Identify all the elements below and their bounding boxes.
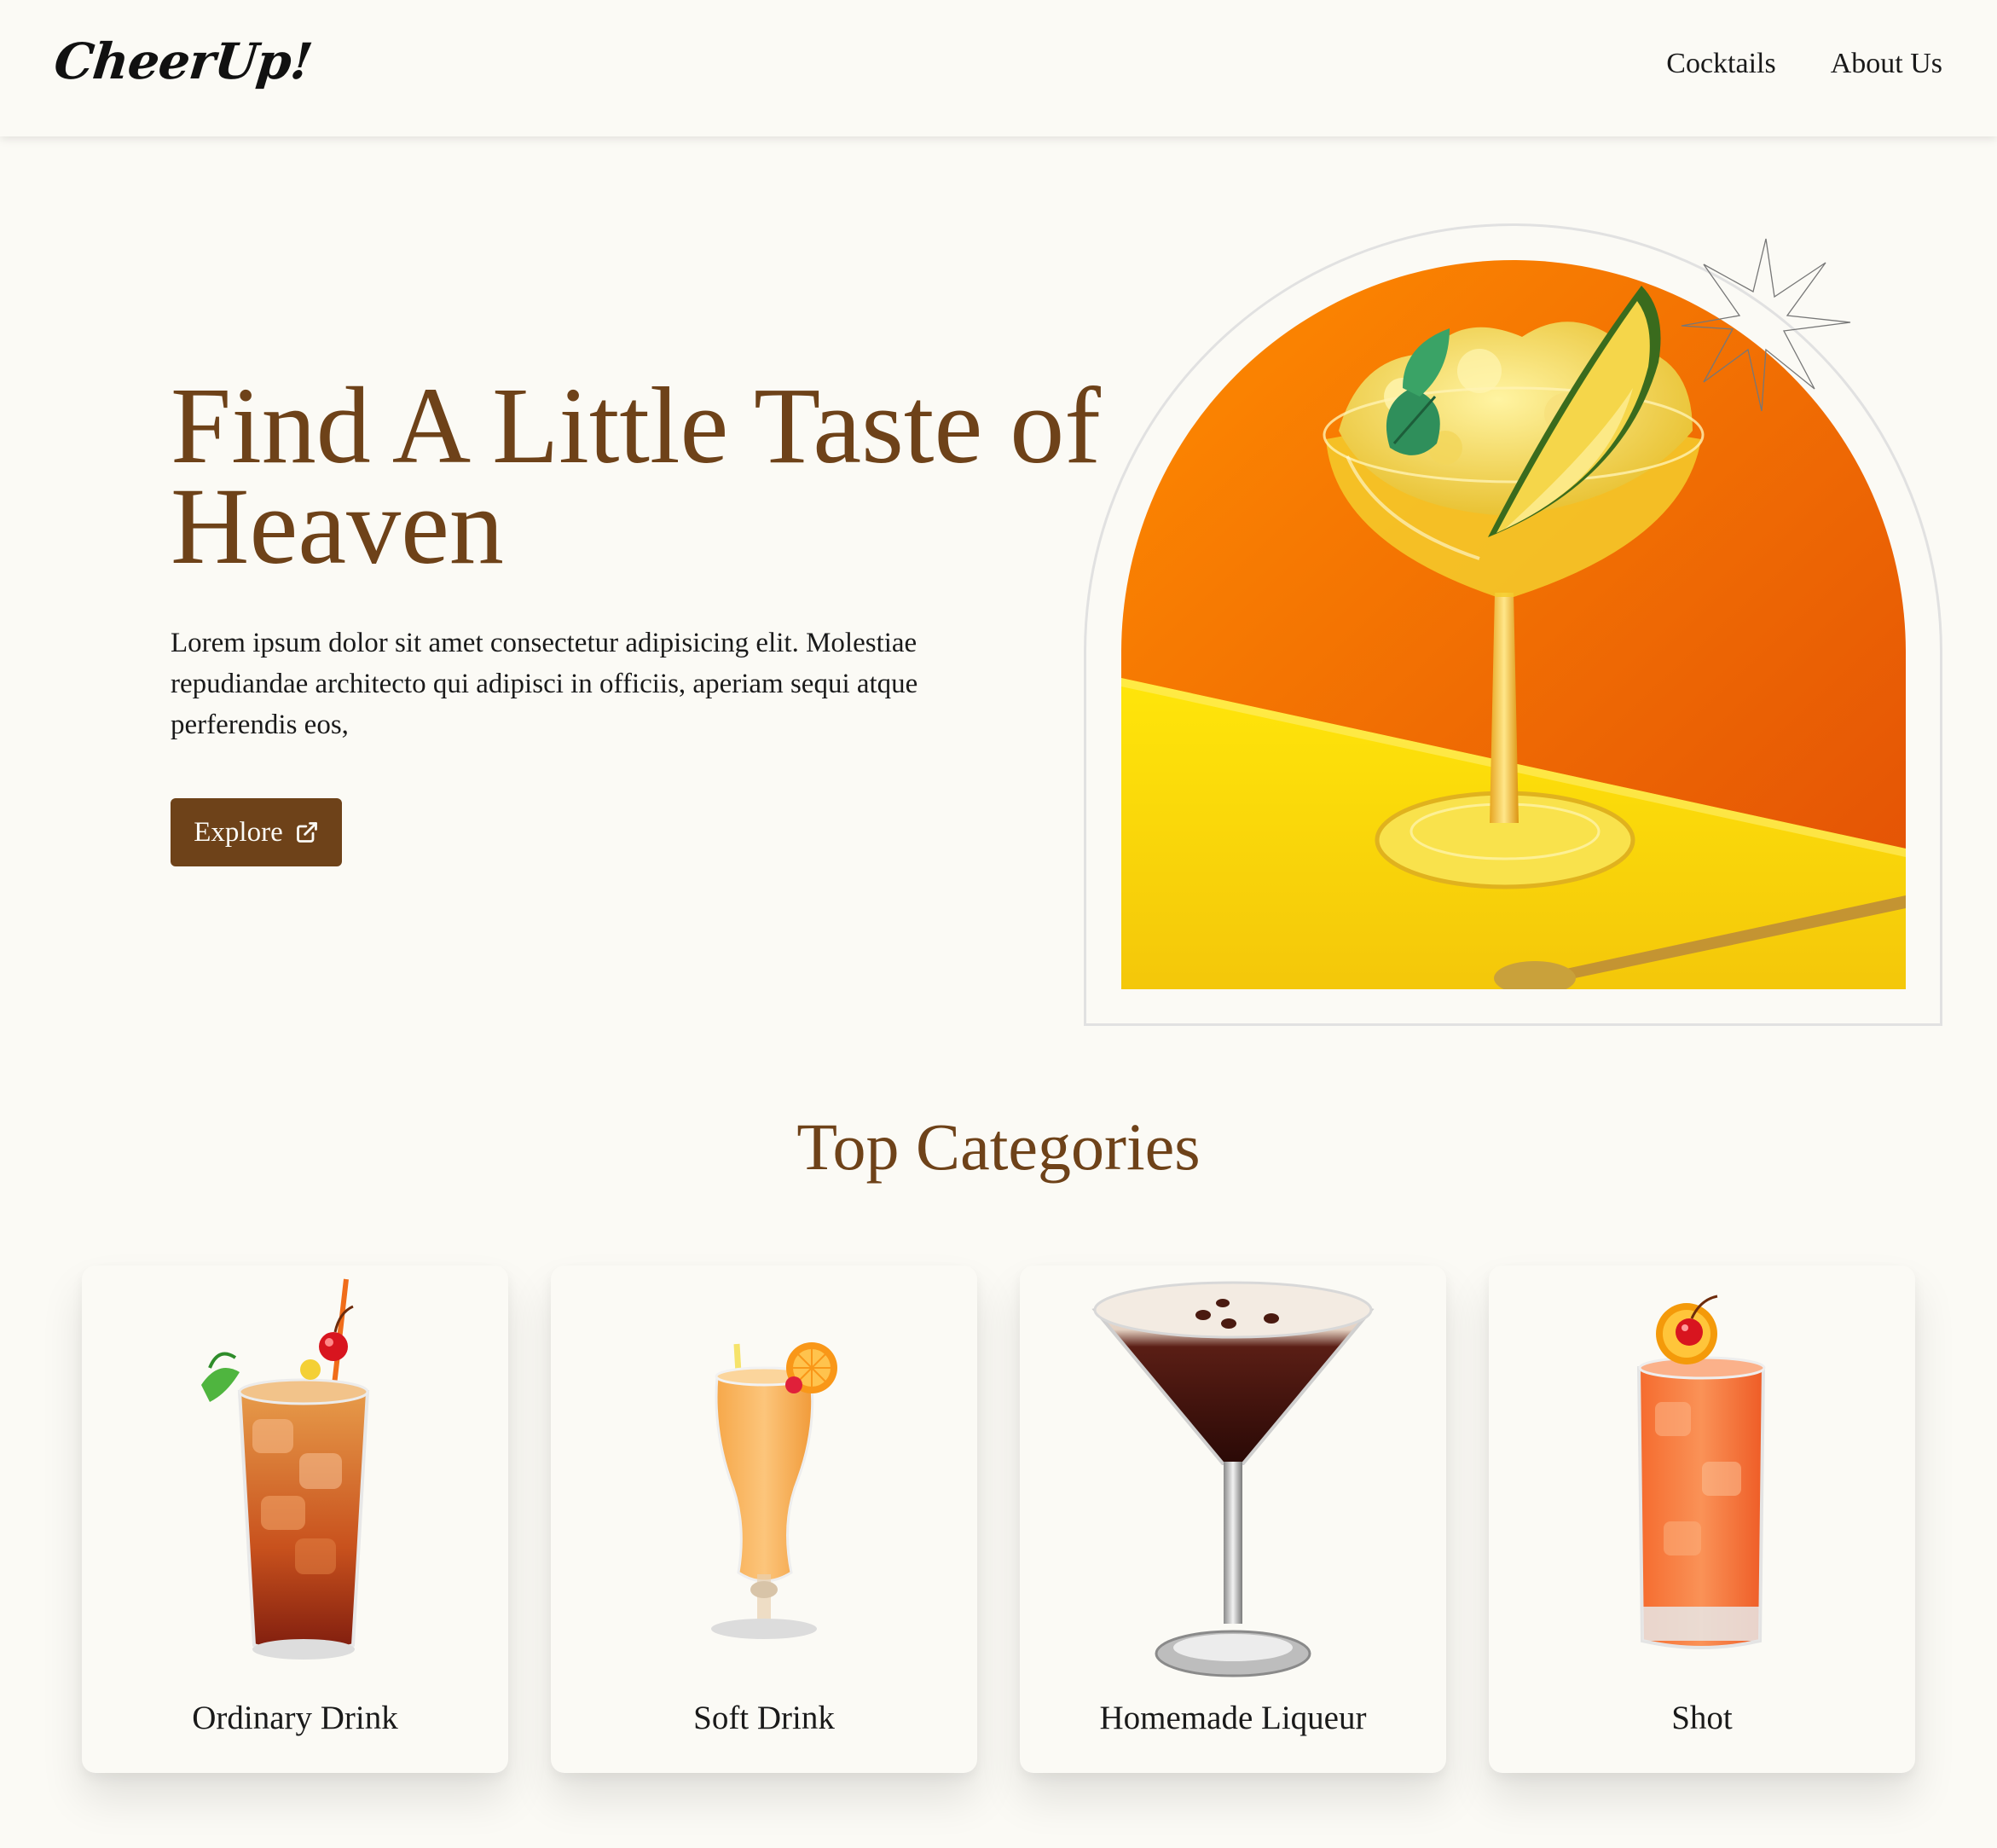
sparkle-decoration-icon: [1681, 238, 1851, 412]
soft-drink-image: [711, 1342, 837, 1639]
nav-link-about-us[interactable]: About Us: [1831, 48, 1942, 80]
explore-button[interactable]: Explore: [171, 798, 342, 866]
shot-image: [1636, 1295, 1766, 1649]
category-label: Soft Drink: [693, 1700, 835, 1736]
category-card-homemade-liqueur[interactable]: Homemade Liqueur: [1020, 1266, 1446, 1773]
category-card-ordinary-drink[interactable]: Ordinary Drink: [82, 1266, 508, 1773]
category-card-shot[interactable]: Shot: [1489, 1266, 1915, 1773]
external-link-icon: [296, 822, 317, 843]
category-label: Ordinary Drink: [192, 1700, 398, 1736]
ordinary-drink-image: [201, 1278, 370, 1660]
nav-link-cocktails[interactable]: Cocktails: [1666, 48, 1775, 80]
nav-links: Cocktails About Us: [1666, 48, 1942, 80]
category-label: Homemade Liqueur: [1099, 1700, 1367, 1736]
explore-button-label: Explore: [194, 816, 283, 848]
navbar: CheerUp! Cocktails About Us: [0, 0, 1997, 136]
section-title-top-categories: Top Categories: [796, 1109, 1201, 1184]
homemade-liqueur-image: [1091, 1281, 1375, 1677]
logo[interactable]: CheerUp!: [51, 32, 314, 90]
category-label: Shot: [1671, 1700, 1733, 1736]
hero-description: Lorem ipsum dolor sit amet consectetur a…: [171, 628, 918, 740]
category-card-soft-drink[interactable]: Soft Drink: [551, 1266, 977, 1773]
hero-title: Find A Little Taste of Heaven: [171, 365, 1101, 587]
